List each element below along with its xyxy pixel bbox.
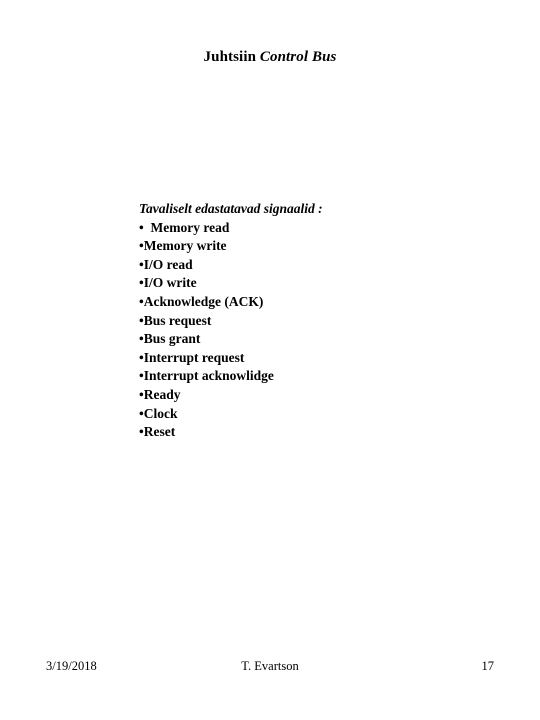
body-heading: Tavaliselt edastatavad signaalid : [139,201,323,216]
list-item: •I/O write [139,275,197,291]
list-item: • Memory read [139,219,230,235]
slide-page: Juhtsiin Control Bus Tavaliselt edastata… [0,0,540,720]
list-item: •Interrupt request [139,349,245,365]
slide-body: Tavaliselt edastatavad signaalid : • Mem… [139,200,479,442]
list-item: •Bus grant [139,331,201,347]
slide-title: Juhtsiin Control Bus [46,48,494,66]
list-item: •Acknowledge (ACK) [139,293,264,309]
list-item: •Clock [139,405,178,421]
slide-title-italic-part: Control Bus [259,49,337,65]
list-item: •Memory write [139,238,227,254]
list-item: •Interrupt acknowlidge [139,368,274,384]
signal-bullet-list: • Memory read •Memory write •I/O read •I… [139,219,479,442]
list-item: •Bus request [139,312,212,328]
list-item: •Reset [139,424,176,440]
footer-author: T. Evartson [241,659,299,673]
list-item: •Ready [139,386,181,402]
list-item: •I/O read [139,256,193,272]
footer-page-number: 17 [481,659,495,673]
slide-footer: 3/19/2018 T. Evartson 17 [0,659,540,679]
slide-title-bold-part: Juhtsiin [203,49,257,65]
